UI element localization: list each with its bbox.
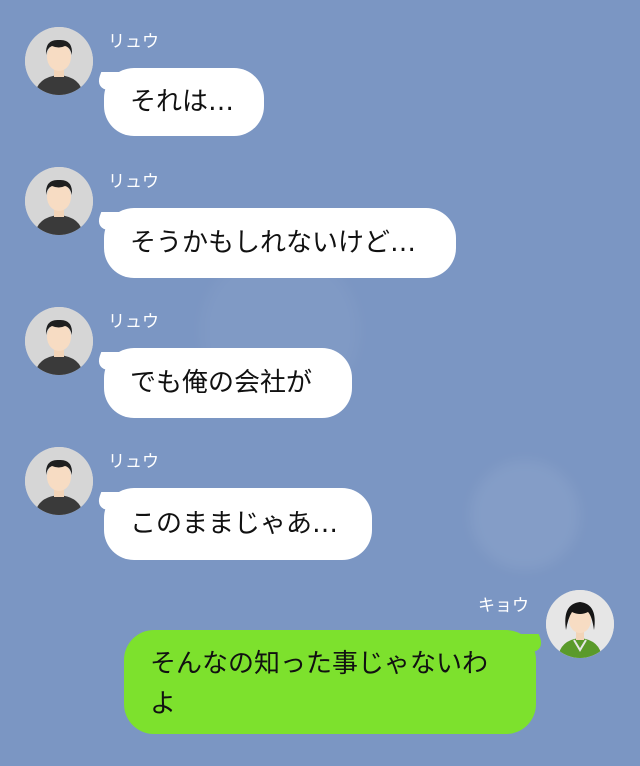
sender-name: リュウ [108, 172, 159, 192]
message-text: それは… [130, 87, 235, 117]
message-bubble[interactable]: それは… [104, 68, 264, 136]
man-avatar-icon[interactable] [25, 447, 93, 515]
man-avatar-icon[interactable] [25, 167, 93, 235]
background-blur-circle [470, 460, 580, 570]
message-bubble-outgoing[interactable]: そんなの知った事じゃないわよ [124, 630, 536, 734]
message-text: でも俺の会社が [130, 368, 313, 398]
sender-name: リュウ [108, 312, 159, 332]
message-bubble[interactable]: でも俺の会社が [104, 348, 352, 418]
message-bubble[interactable]: このままじゃあ… [104, 488, 372, 560]
man-avatar-icon[interactable] [25, 27, 93, 95]
sender-name: リュウ [108, 452, 159, 472]
message-text: そんなの知った事じゃないわよ [150, 649, 489, 719]
message-bubble[interactable]: そうかもしれないけど… [104, 208, 456, 278]
sender-name: キョウ [478, 596, 529, 616]
message-text: このままじゃあ… [130, 509, 339, 539]
man-avatar-icon[interactable] [25, 307, 93, 375]
message-text: そうかもしれないけど… [130, 228, 417, 258]
woman-avatar-icon[interactable] [546, 590, 614, 658]
sender-name: リュウ [108, 32, 159, 52]
